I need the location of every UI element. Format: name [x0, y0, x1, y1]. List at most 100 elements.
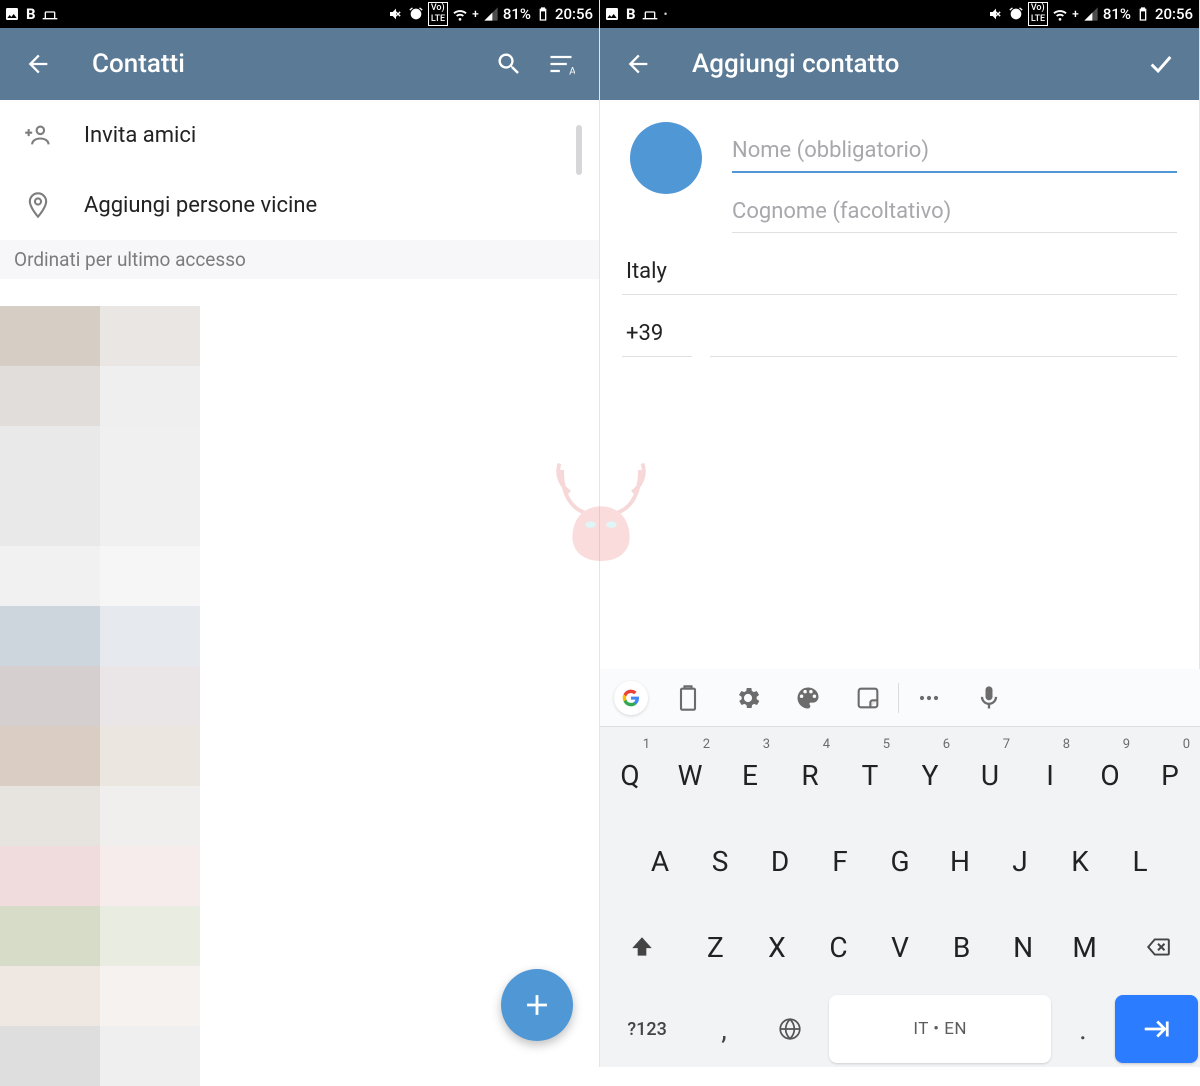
contact-avatar[interactable] — [630, 122, 702, 194]
key-Y[interactable]: Y6 — [902, 735, 958, 815]
key-H[interactable]: H — [932, 821, 988, 901]
phone-prefix[interactable]: +39 — [622, 321, 692, 357]
status-left-icons-r: B • — [604, 5, 667, 23]
google-icon[interactable] — [614, 681, 648, 715]
battery-text-r: 81% — [1103, 5, 1131, 23]
key-C[interactable]: C — [810, 907, 868, 987]
phone-number-field[interactable] — [710, 321, 1177, 357]
blurred-cell — [0, 306, 100, 366]
blurred-cell — [100, 1026, 200, 1086]
key-F[interactable]: F — [812, 821, 868, 901]
enter-key[interactable] — [1115, 995, 1198, 1063]
key-T[interactable]: T5 — [842, 735, 898, 815]
key-G[interactable]: G — [872, 821, 928, 901]
period-key[interactable]: . — [1055, 995, 1111, 1063]
key-S[interactable]: S — [692, 821, 748, 901]
key-O[interactable]: O9 — [1082, 735, 1138, 815]
first-name-field-wrap — [732, 130, 1177, 173]
shift-key[interactable] — [602, 907, 683, 987]
page-title: Contatti — [92, 49, 185, 79]
key-L[interactable]: L — [1112, 821, 1168, 901]
more-button[interactable] — [899, 684, 959, 712]
gear-icon — [734, 684, 762, 712]
key-E[interactable]: E3 — [722, 735, 778, 815]
clipboard-button[interactable] — [658, 684, 718, 712]
key-B[interactable]: B — [933, 907, 991, 987]
key-U[interactable]: U7 — [962, 735, 1018, 815]
key-A[interactable]: A — [632, 821, 688, 901]
mute-icon — [988, 6, 1004, 22]
back-button[interactable] — [620, 46, 656, 82]
blurred-cell — [0, 606, 100, 666]
key-K[interactable]: K — [1052, 821, 1108, 901]
globe-icon — [777, 1016, 803, 1042]
volte-icon: Vo)LTE — [428, 2, 448, 26]
mute-icon — [388, 6, 404, 22]
section-header: Ordinati per ultimo accesso — [0, 240, 599, 279]
confirm-button[interactable] — [1143, 46, 1179, 82]
battery-text: 81% — [503, 5, 531, 23]
blurred-cell — [0, 846, 100, 906]
key-J[interactable]: J — [992, 821, 1048, 901]
invite-label: Invita amici — [84, 123, 196, 148]
blurred-cell — [100, 906, 200, 966]
search-button[interactable] — [491, 46, 527, 82]
first-name-field[interactable] — [732, 130, 1177, 173]
key-Z[interactable]: Z — [687, 907, 745, 987]
country-value: Italy — [622, 259, 1177, 295]
language-key[interactable] — [756, 995, 825, 1063]
sticker-button[interactable] — [838, 684, 898, 712]
signal-icon — [483, 6, 499, 22]
key-N[interactable]: N — [994, 907, 1052, 987]
time-text: 20:56 — [555, 5, 593, 23]
status-letter: B — [26, 5, 36, 23]
theme-button[interactable] — [778, 684, 838, 712]
nearby-row[interactable]: Aggiungi persone vicine — [0, 170, 599, 240]
symbols-key[interactable]: ?123 — [602, 995, 692, 1063]
backspace-key[interactable] — [1117, 907, 1198, 987]
sort-button[interactable]: A — [543, 46, 579, 82]
pin-icon — [24, 191, 52, 219]
key-X[interactable]: X — [748, 907, 806, 987]
blurred-cell — [100, 426, 200, 486]
page-title: Aggiungi contatto — [692, 49, 899, 79]
key-M[interactable]: M — [1056, 907, 1114, 987]
check-icon — [1147, 50, 1175, 78]
add-contact-form — [600, 100, 1199, 233]
key-I[interactable]: I8 — [1022, 735, 1078, 815]
settings-button[interactable] — [718, 684, 778, 712]
keyboard-row-0: Q1W2E3R4T5Y6U7I8O9P0 — [600, 727, 1200, 819]
blurred-cell — [0, 426, 100, 486]
country-selector[interactable]: Italy — [622, 259, 1177, 295]
comma-key[interactable]: , — [696, 995, 752, 1063]
spacebar-key[interactable]: IT • EN — [829, 995, 1051, 1063]
laptop-icon — [42, 6, 58, 22]
blurred-cell — [100, 486, 200, 546]
sort-icon: A — [547, 50, 575, 78]
key-Q[interactable]: Q1 — [602, 735, 658, 815]
invite-friends-row[interactable]: Invita amici — [0, 100, 599, 170]
key-W[interactable]: W2 — [662, 735, 718, 815]
key-V[interactable]: V — [871, 907, 929, 987]
plus-icon — [520, 988, 554, 1022]
right-pane: B • Vo)LTE + 81% 20:56 Aggiungi contatto — [600, 0, 1200, 1067]
blurred-cell — [0, 726, 100, 786]
key-R[interactable]: R4 — [782, 735, 838, 815]
status-right-icons-r: Vo)LTE + 81% 20:56 — [988, 2, 1193, 26]
keyboard-toolbar — [600, 669, 1200, 727]
backspace-icon — [1145, 934, 1171, 960]
on-screen-keyboard: Q1W2E3R4T5Y6U7I8O9P0 ASDFGHJKL ZXCVBNM ?… — [600, 669, 1200, 1067]
wifi-icon — [1052, 6, 1068, 22]
key-P[interactable]: P0 — [1142, 735, 1198, 815]
surname-field[interactable] — [732, 191, 1177, 233]
sticker-icon — [854, 684, 882, 712]
key-D[interactable]: D — [752, 821, 808, 901]
mic-icon — [975, 684, 1003, 712]
add-contact-fab[interactable] — [501, 969, 573, 1041]
mic-button[interactable] — [959, 684, 1019, 712]
scrollbar-thumb[interactable] — [576, 125, 582, 175]
app-bar-left: Contatti A — [0, 28, 599, 100]
clipboard-icon — [674, 684, 702, 712]
contacts-list: Invita amici Aggiungi persone vicine Ord… — [0, 100, 599, 279]
back-button[interactable] — [20, 46, 56, 82]
